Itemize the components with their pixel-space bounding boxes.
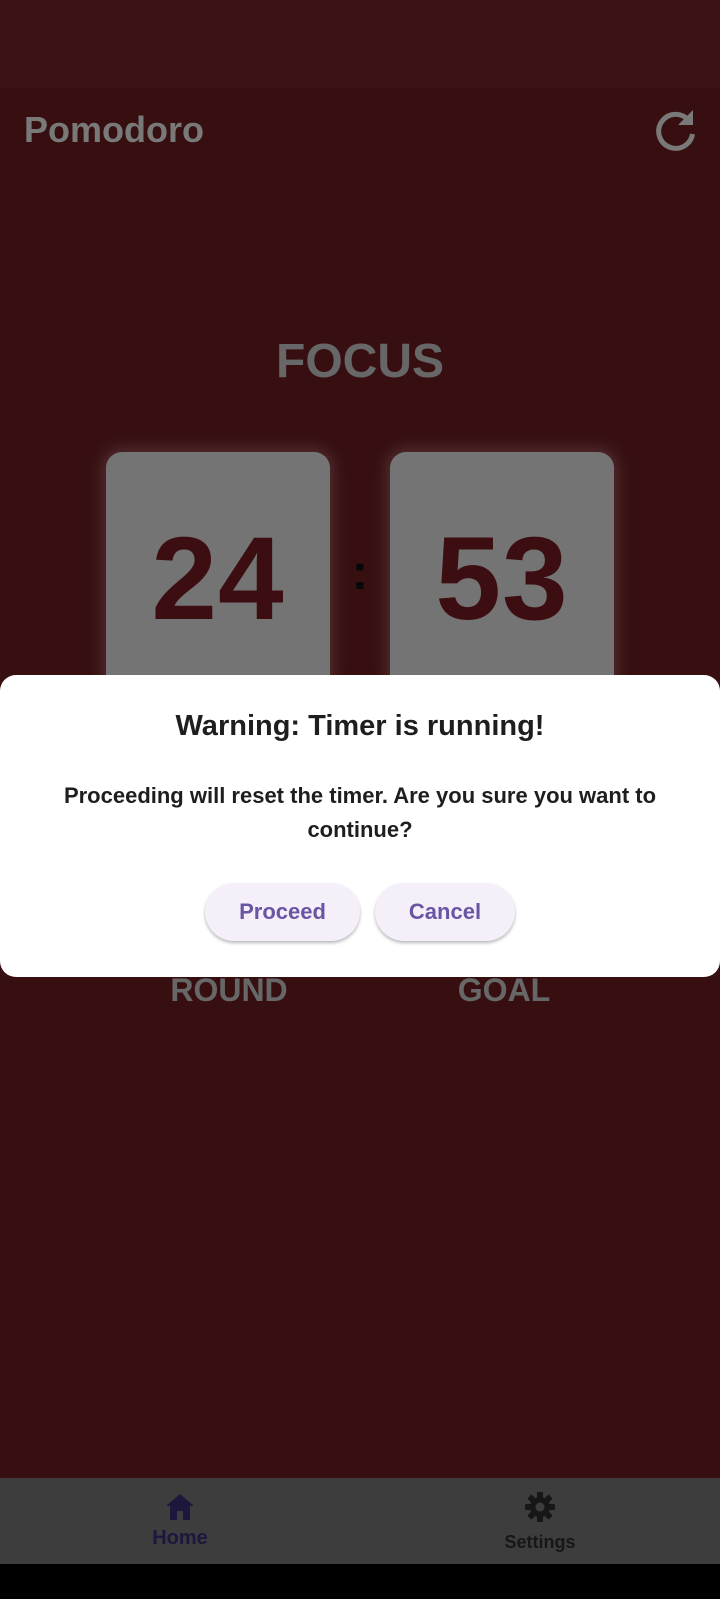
system-navigation-bar xyxy=(0,1564,720,1599)
warning-dialog: Warning: Timer is running! Proceeding wi… xyxy=(0,675,720,977)
proceed-button[interactable]: Proceed xyxy=(205,883,360,941)
cancel-button[interactable]: Cancel xyxy=(375,883,515,941)
dialog-message: Proceeding will reset the timer. Are you… xyxy=(63,783,657,842)
dialog-title: Warning: Timer is running! xyxy=(175,710,545,742)
